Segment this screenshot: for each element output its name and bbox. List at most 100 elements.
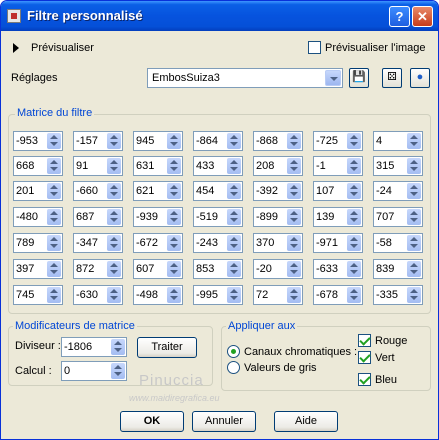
spinner-arrows-icon[interactable] [167, 261, 181, 277]
matrix-cell[interactable]: -633 [313, 259, 363, 279]
matrix-cell[interactable]: 139 [313, 207, 363, 227]
matrix-cell[interactable]: -243 [193, 233, 243, 253]
spinner-arrows-icon[interactable] [287, 133, 301, 149]
apply-button[interactable]: Traiter [137, 337, 197, 358]
close-button[interactable]: ✕ [412, 6, 433, 27]
preview-label[interactable]: Prévisualiser [31, 42, 94, 54]
spinner-arrows-icon[interactable] [287, 261, 301, 277]
matrix-cell[interactable]: 745 [13, 285, 63, 305]
channels-radio[interactable] [227, 345, 240, 358]
spinner-arrows-icon[interactable] [47, 183, 61, 199]
spinner-arrows-icon[interactable] [167, 183, 181, 199]
reset-button[interactable]: ● [410, 68, 430, 88]
preview-image-checkbox[interactable] [308, 41, 321, 54]
matrix-cell[interactable]: -672 [133, 233, 183, 253]
spinner-arrows-icon[interactable] [47, 235, 61, 251]
matrix-cell[interactable]: -864 [193, 131, 243, 151]
spinner-arrows-icon[interactable] [167, 235, 181, 251]
matrix-cell[interactable]: -995 [193, 285, 243, 305]
matrix-cell[interactable]: 315 [373, 156, 423, 176]
matrix-cell[interactable]: 201 [13, 181, 63, 201]
spinner-arrows-icon[interactable] [47, 133, 61, 149]
matrix-cell[interactable]: 631 [133, 156, 183, 176]
matrix-cell[interactable]: -519 [193, 207, 243, 227]
cancel-button[interactable]: Annuler [192, 411, 256, 432]
matrix-cell[interactable]: 4 [373, 131, 423, 151]
spinner-arrows-icon[interactable] [347, 287, 361, 303]
chevron-down-icon[interactable] [325, 70, 341, 86]
spinner-arrows-icon[interactable] [107, 261, 121, 277]
matrix-cell[interactable]: -480 [13, 207, 63, 227]
matrix-cell[interactable]: 687 [73, 207, 123, 227]
spinner-arrows-icon[interactable] [227, 158, 241, 174]
matrix-cell[interactable]: -20 [253, 259, 303, 279]
matrix-cell[interactable]: -660 [73, 181, 123, 201]
matrix-cell[interactable]: 397 [13, 259, 63, 279]
preview-image-label[interactable]: Prévisualiser l'image [325, 42, 426, 54]
title-bar[interactable]: Filtre personnalisé ? ✕ [1, 1, 438, 31]
spinner-arrows-icon[interactable] [107, 183, 121, 199]
spinner-arrows-icon[interactable] [227, 209, 241, 225]
blue-label[interactable]: Bleu [375, 374, 397, 386]
matrix-cell[interactable]: -725 [313, 131, 363, 151]
channels-label[interactable]: Canaux chromatiques : [244, 346, 357, 358]
spinner-arrows-icon[interactable] [47, 287, 61, 303]
spinner-arrows-icon[interactable] [107, 287, 121, 303]
divisor-stepper-icon[interactable] [111, 339, 125, 355]
matrix-cell[interactable]: 872 [73, 259, 123, 279]
matrix-cell[interactable]: -58 [373, 233, 423, 253]
green-label[interactable]: Vert [375, 352, 395, 364]
spinner-arrows-icon[interactable] [227, 133, 241, 149]
spinner-arrows-icon[interactable] [107, 133, 121, 149]
matrix-cell[interactable]: -157 [73, 131, 123, 151]
spinner-arrows-icon[interactable] [47, 158, 61, 174]
matrix-cell[interactable]: -24 [373, 181, 423, 201]
matrix-cell[interactable]: 370 [253, 233, 303, 253]
matrix-cell[interactable]: 707 [373, 207, 423, 227]
spinner-arrows-icon[interactable] [167, 209, 181, 225]
spinner-arrows-icon[interactable] [347, 235, 361, 251]
matrix-cell[interactable]: -868 [253, 131, 303, 151]
spinner-arrows-icon[interactable] [107, 209, 121, 225]
spinner-arrows-icon[interactable] [347, 209, 361, 225]
ok-button[interactable]: OK [120, 411, 184, 432]
random-button[interactable]: ⚄ [382, 68, 402, 88]
spinner-arrows-icon[interactable] [47, 261, 61, 277]
matrix-cell[interactable]: 107 [313, 181, 363, 201]
spinner-arrows-icon[interactable] [347, 133, 361, 149]
matrix-cell[interactable]: -392 [253, 181, 303, 201]
spinner-arrows-icon[interactable] [47, 209, 61, 225]
spinner-arrows-icon[interactable] [347, 261, 361, 277]
matrix-cell[interactable]: 839 [373, 259, 423, 279]
bias-stepper-icon[interactable] [111, 363, 125, 379]
spinner-arrows-icon[interactable] [287, 209, 301, 225]
spinner-arrows-icon[interactable] [287, 235, 301, 251]
matrix-cell[interactable]: -347 [73, 233, 123, 253]
matrix-cell[interactable]: 454 [193, 181, 243, 201]
spinner-arrows-icon[interactable] [227, 261, 241, 277]
red-checkbox[interactable] [358, 334, 371, 347]
spinner-arrows-icon[interactable] [227, 183, 241, 199]
spinner-arrows-icon[interactable] [167, 287, 181, 303]
matrix-cell[interactable]: 208 [253, 156, 303, 176]
matrix-cell[interactable]: -630 [73, 285, 123, 305]
matrix-cell[interactable]: 789 [13, 233, 63, 253]
bias-spinner[interactable]: 0 [61, 361, 127, 381]
matrix-cell[interactable]: 945 [133, 131, 183, 151]
spinner-arrows-icon[interactable] [407, 209, 421, 225]
spinner-arrows-icon[interactable] [227, 235, 241, 251]
spinner-arrows-icon[interactable] [227, 287, 241, 303]
matrix-cell[interactable]: 668 [13, 156, 63, 176]
save-preset-button[interactable]: 💾 [349, 68, 369, 88]
preset-select[interactable]: EmbosSuiza3 [147, 68, 343, 88]
matrix-cell[interactable]: 72 [253, 285, 303, 305]
matrix-cell[interactable]: -939 [133, 207, 183, 227]
spinner-arrows-icon[interactable] [167, 158, 181, 174]
spinner-arrows-icon[interactable] [287, 183, 301, 199]
gray-values-radio[interactable] [227, 361, 240, 374]
spinner-arrows-icon[interactable] [287, 158, 301, 174]
matrix-cell[interactable]: -498 [133, 285, 183, 305]
matrix-cell[interactable]: -678 [313, 285, 363, 305]
spinner-arrows-icon[interactable] [407, 287, 421, 303]
spinner-arrows-icon[interactable] [167, 133, 181, 149]
